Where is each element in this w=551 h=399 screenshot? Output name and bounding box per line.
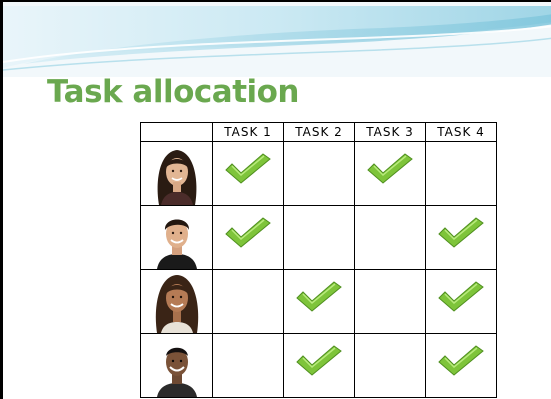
person-photo-4 [140,333,213,398]
assignment-cell [283,333,355,398]
assignment-cell-empty [354,205,426,270]
green-checkmark-icon [438,280,484,312]
assignment-cell [425,269,497,334]
assignment-cell [354,141,426,206]
table-header-row: TASK 1 TASK 2 TASK 3 TASK 4 [140,122,497,142]
header-task-2: TASK 2 [283,122,355,142]
assignment-cell-empty [212,333,284,398]
assignment-cell [425,205,497,270]
table-row [140,205,497,270]
assignment-cell-empty [425,141,497,206]
assignment-cell-empty [354,269,426,334]
green-checkmark-icon [296,344,342,376]
slide: Task allocation TASK 1 TASK 2 TASK 3 TAS… [0,0,551,399]
person-photo-3 [140,269,213,334]
green-checkmark-icon [296,280,342,312]
assignment-cell [425,333,497,398]
assignment-cell-empty [354,333,426,398]
green-checkmark-icon [225,152,271,184]
header-task-3: TASK 3 [354,122,426,142]
assignment-cell-empty [283,141,355,206]
green-checkmark-icon [367,152,413,184]
decorative-wave-header [3,2,551,77]
table-row [140,333,497,398]
green-checkmark-icon [438,344,484,376]
table-row [140,269,497,334]
assignment-cell-empty [212,269,284,334]
assignment-cell [212,205,284,270]
assignment-cell [212,141,284,206]
task-allocation-table: TASK 1 TASK 2 TASK 3 TASK 4 [140,122,497,398]
green-checkmark-icon [438,216,484,248]
header-task-1: TASK 1 [212,122,284,142]
assignment-cell [283,269,355,334]
assignment-cell-empty [283,205,355,270]
person-photo-2 [140,205,213,270]
person-photo-1 [140,141,213,206]
green-checkmark-icon [225,216,271,248]
header-cell-blank [140,122,213,142]
table-row [140,141,497,206]
header-task-4: TASK 4 [425,122,497,142]
slide-title: Task allocation [47,74,300,110]
